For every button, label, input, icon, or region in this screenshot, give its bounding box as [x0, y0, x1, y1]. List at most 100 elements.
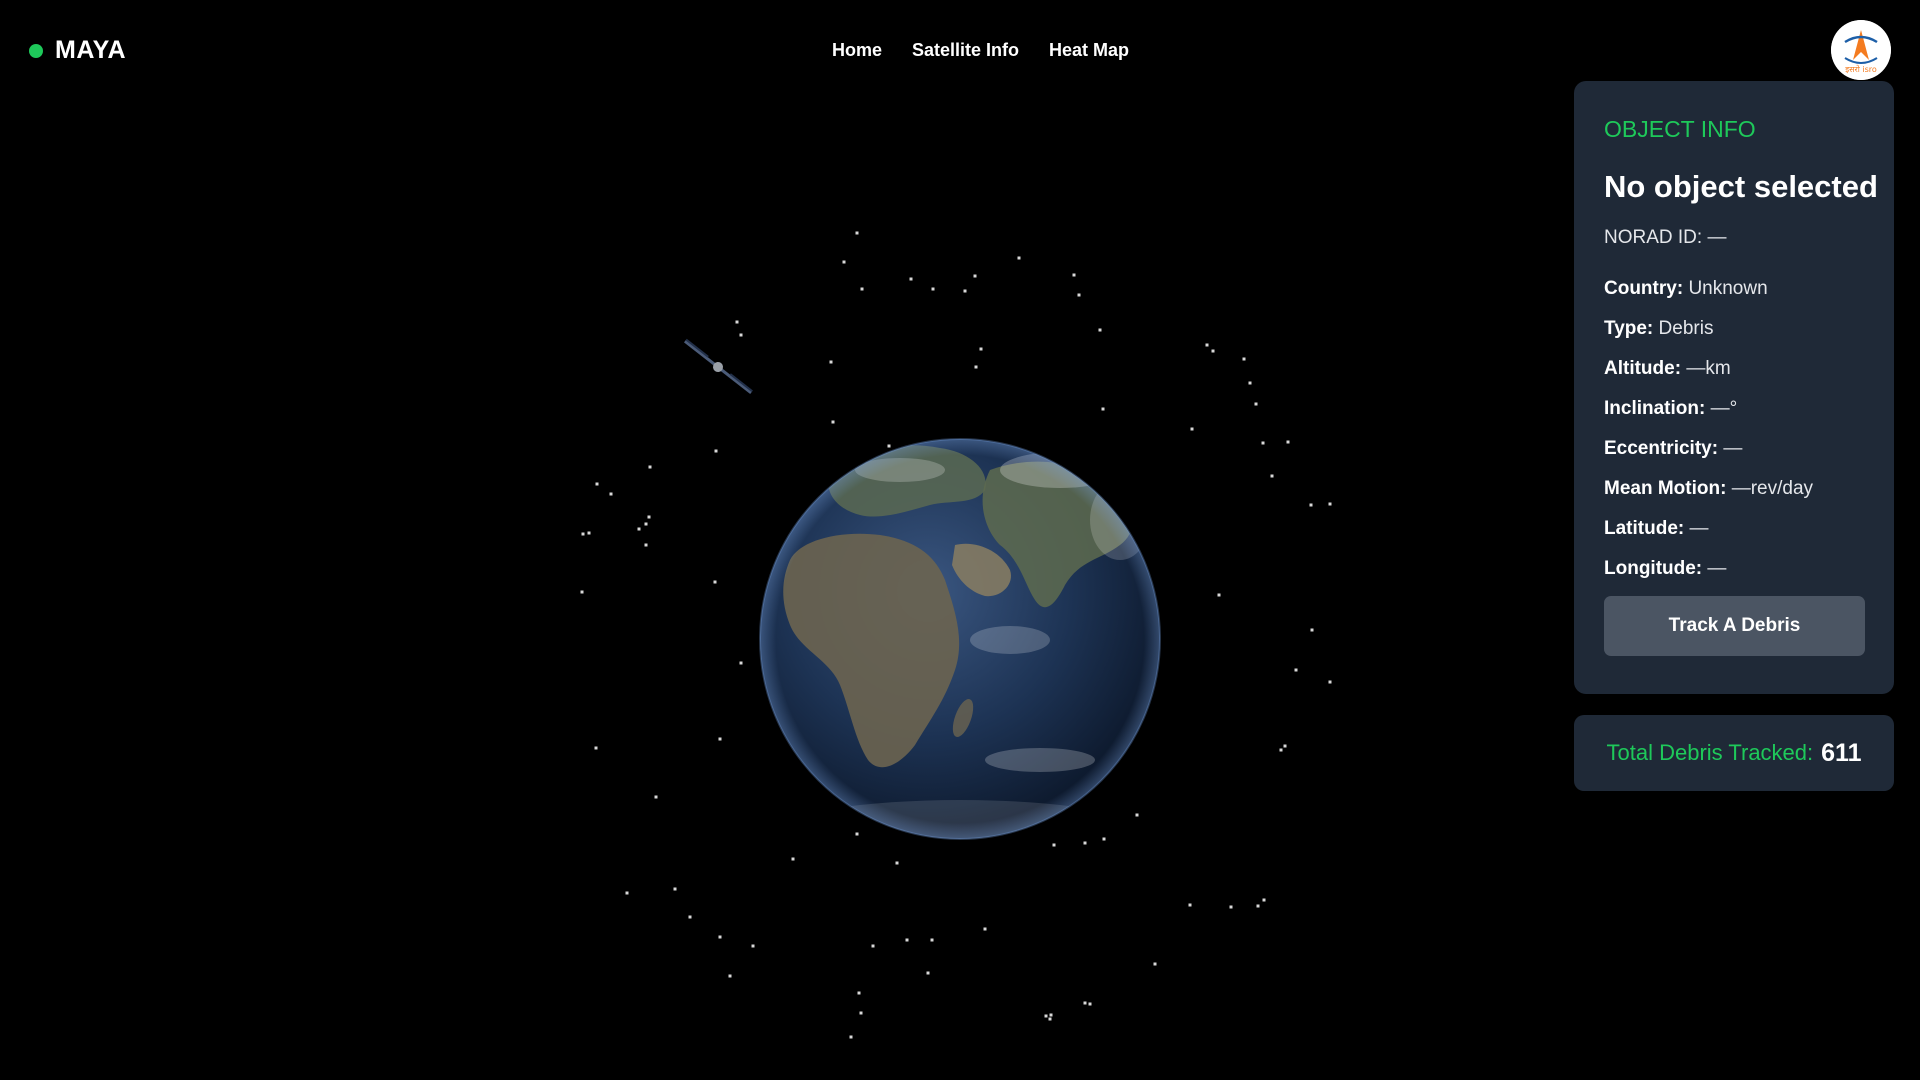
debris-point[interactable] [1229, 905, 1233, 909]
debris-point[interactable] [1098, 328, 1102, 332]
debris-point[interactable] [637, 527, 641, 531]
debris-point[interactable] [1279, 748, 1283, 752]
debris-point[interactable] [1286, 440, 1290, 444]
debris-point[interactable] [1153, 962, 1157, 966]
debris-point[interactable] [1083, 1001, 1087, 1005]
debris-point[interactable] [688, 915, 692, 919]
debris-point[interactable] [849, 1035, 853, 1039]
debris-point[interactable] [909, 277, 913, 281]
debris-point[interactable] [647, 515, 651, 519]
debris-point[interactable] [963, 289, 967, 293]
total-debris-label: Total Debris Tracked: [1606, 740, 1814, 765]
brand[interactable]: MAYA [29, 36, 126, 65]
debris-point[interactable] [905, 938, 909, 942]
debris-point[interactable] [1049, 1013, 1053, 1017]
debris-point[interactable] [859, 1011, 863, 1015]
debris-point[interactable] [1270, 474, 1274, 478]
debris-point[interactable] [1328, 680, 1332, 684]
debris-point[interactable] [1248, 381, 1252, 385]
debris-point[interactable] [791, 857, 795, 861]
debris-point[interactable] [1309, 503, 1313, 507]
debris-point[interactable] [718, 737, 722, 741]
debris-point[interactable] [1072, 273, 1076, 277]
debris-point[interactable] [673, 887, 677, 891]
debris-point[interactable] [1188, 903, 1192, 907]
debris-point[interactable] [1294, 668, 1298, 672]
debris-point[interactable] [842, 260, 846, 264]
debris-point[interactable] [887, 444, 891, 448]
debris-point[interactable] [1262, 898, 1266, 902]
debris-point[interactable] [973, 274, 977, 278]
debris-point[interactable] [735, 320, 739, 324]
debris-point[interactable] [1077, 293, 1081, 297]
debris-point[interactable] [974, 365, 978, 369]
debris-point[interactable] [855, 832, 859, 836]
debris-point[interactable] [609, 492, 613, 496]
debris-point[interactable] [1101, 407, 1105, 411]
debris-point[interactable] [1256, 904, 1260, 908]
debris-point[interactable] [1242, 357, 1246, 361]
debris-point[interactable] [580, 590, 584, 594]
debris-point[interactable] [1211, 349, 1215, 353]
debris-point[interactable] [1261, 441, 1265, 445]
debris-point[interactable] [587, 531, 591, 535]
debris-point[interactable] [739, 333, 743, 337]
debris-point[interactable] [983, 927, 987, 931]
debris-point[interactable] [871, 944, 875, 948]
debris-point[interactable] [1254, 402, 1258, 406]
field-key: Longitude: [1604, 558, 1703, 579]
debris-point[interactable] [855, 231, 859, 235]
nav-home[interactable]: Home [832, 40, 882, 61]
debris-point[interactable] [718, 935, 722, 939]
satellite-icon[interactable] [682, 337, 754, 397]
logo-text: इसरो isro [1845, 64, 1877, 74]
debris-point[interactable] [857, 991, 861, 995]
debris-point[interactable] [713, 580, 717, 584]
debris-point[interactable] [926, 971, 930, 975]
nav-heat-map[interactable]: Heat Map [1049, 40, 1129, 61]
debris-point[interactable] [1217, 593, 1221, 597]
object-fields: Country: Unknown Type: Debris Altitude: … [1604, 276, 1864, 596]
debris-point[interactable] [644, 543, 648, 547]
debris-point[interactable] [860, 287, 864, 291]
debris-point[interactable] [930, 938, 934, 942]
field-inclination: Inclination: —° [1604, 396, 1864, 436]
debris-point[interactable] [581, 532, 585, 536]
debris-point[interactable] [648, 465, 652, 469]
track-debris-button[interactable]: Track A Debris [1604, 596, 1865, 656]
debris-point[interactable] [1328, 502, 1332, 506]
debris-point[interactable] [751, 944, 755, 948]
debris-point[interactable] [1205, 343, 1209, 347]
debris-point[interactable] [1088, 1002, 1092, 1006]
debris-point[interactable] [1283, 744, 1287, 748]
debris-point[interactable] [654, 795, 658, 799]
field-longitude: Longitude: — [1604, 556, 1864, 596]
debris-point[interactable] [931, 287, 935, 291]
debris-point[interactable] [1052, 843, 1056, 847]
earth-globe-icon[interactable] [759, 438, 1161, 860]
debris-point[interactable] [644, 522, 648, 526]
debris-point[interactable] [1102, 837, 1106, 841]
debris-point[interactable] [895, 861, 899, 865]
norad-label: NORAD ID: [1604, 227, 1703, 248]
debris-point[interactable] [1044, 1014, 1048, 1018]
debris-point[interactable] [728, 974, 732, 978]
isro-logo-icon[interactable]: इसरो isro [1831, 20, 1891, 80]
debris-point[interactable] [714, 449, 718, 453]
debris-point[interactable] [595, 482, 599, 486]
debris-point[interactable] [831, 420, 835, 424]
debris-point[interactable] [594, 746, 598, 750]
debris-point[interactable] [625, 891, 629, 895]
debris-point[interactable] [1135, 813, 1139, 817]
debris-point[interactable] [739, 661, 743, 665]
debris-point[interactable] [979, 347, 983, 351]
field-key: Eccentricity: [1604, 438, 1719, 459]
debris-point[interactable] [1017, 256, 1021, 260]
brand-name[interactable]: MAYA [55, 36, 126, 65]
debris-point[interactable] [1310, 628, 1314, 632]
debris-point[interactable] [829, 360, 833, 364]
debris-point[interactable] [1083, 841, 1087, 845]
debris-point[interactable] [1190, 427, 1194, 431]
debris-point[interactable] [1048, 1017, 1052, 1021]
nav-satellite-info[interactable]: Satellite Info [912, 40, 1019, 61]
